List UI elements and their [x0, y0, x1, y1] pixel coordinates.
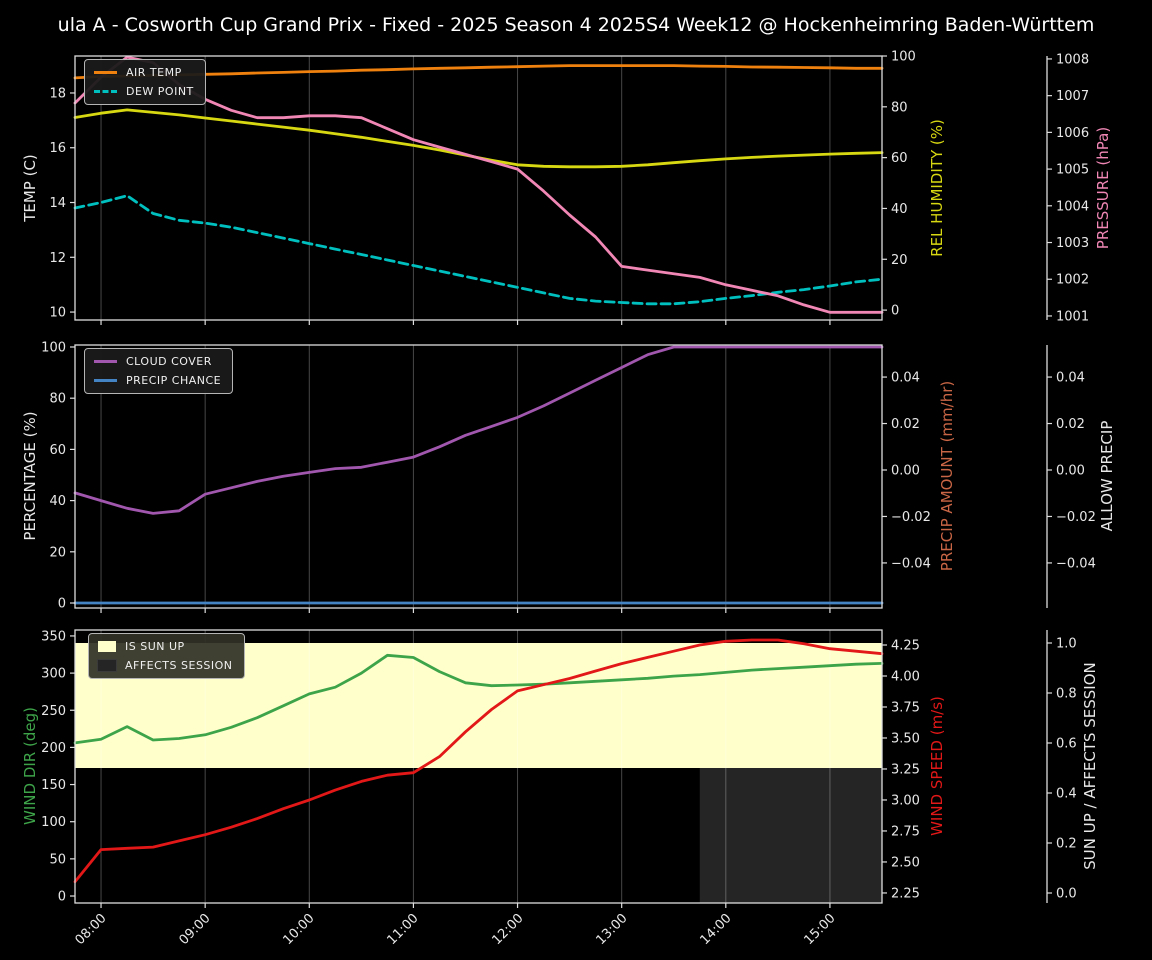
x-tick-label: 15:00	[801, 911, 839, 949]
legend-label: DEW POINT	[126, 85, 194, 98]
tick-label: 0.2	[1056, 837, 1077, 852]
legend-item: CLOUD COVER	[94, 355, 221, 368]
tick-label: 0.4	[1056, 787, 1077, 802]
x-tick-label: 11:00	[384, 911, 423, 949]
temp-chart-legend: AIR TEMP DEW POINT	[84, 59, 206, 105]
dew-point-line-swatch	[94, 90, 117, 93]
wind-speed-axis-title: WIND SPEED (m/s)	[928, 696, 946, 836]
x-tick-label: 12:00	[489, 911, 527, 949]
tick-label: 2.25	[891, 886, 920, 901]
x-tick-label: 13:00	[593, 911, 631, 949]
tick-label: 350	[41, 629, 66, 644]
band-affects-session	[699, 768, 882, 903]
tick-label: 250	[41, 704, 66, 719]
legend-label: CLOUD COVER	[126, 355, 212, 368]
tick-label: 3.75	[891, 700, 920, 715]
cloud-chart-legend: CLOUD COVER PRECIP CHANCE	[84, 348, 234, 394]
tick-label: 0.8	[1056, 687, 1077, 702]
precip-amount-axis-title: PRECIP AMOUNT (mm/hr)	[938, 380, 956, 572]
weather-forecast-figure: ula A - Cosworth Cup Grand Prix - Fixed …	[0, 0, 1152, 960]
legend-label: AIR TEMP	[126, 66, 182, 79]
tick-label: 4.00	[891, 669, 920, 684]
sun-up-axis-title: SUN UP / AFFECTS SESSION	[1081, 662, 1099, 870]
legend-label: IS SUN UP	[125, 640, 185, 653]
x-tick-label: 09:00	[176, 911, 214, 949]
legend-item: AFFECTS SESSION	[97, 659, 233, 672]
tick-label: 3.00	[891, 793, 920, 808]
wind-sun-chart: 0 50 100 150 200 250 300 350 2.25 2.50 2.75 3.00 3.2…	[41, 629, 1077, 908]
tick-label: 4.25	[891, 639, 920, 654]
tick-label: 3.50	[891, 731, 920, 746]
wind-chart-legend: IS SUN UP AFFECTS SESSION	[88, 633, 245, 679]
pressure-axis-title: PRESSURE (hPa)	[1094, 126, 1112, 250]
wind-dir-axis-title: WIND DIR (deg)	[21, 707, 39, 825]
legend-item: DEW POINT	[94, 85, 194, 98]
cloud-cover-line-swatch	[94, 360, 117, 363]
tick-label: 0	[58, 890, 66, 905]
x-tick-label: 14:00	[697, 911, 735, 949]
temp-axis-title: TEMP (C)	[21, 154, 39, 222]
tick-label: 2.75	[891, 824, 920, 839]
tick-label: 3.25	[891, 762, 920, 777]
tick-label: 1.0	[1056, 637, 1077, 652]
humidity-axis-title: REL HUMIDITY (%)	[928, 119, 946, 257]
percentage-axis-title: PERCENTAGE (%)	[21, 411, 39, 541]
affects-session-patch-swatch	[97, 659, 117, 672]
tick-label: 0.6	[1056, 737, 1077, 752]
legend-item: AIR TEMP	[94, 66, 194, 79]
legend-label: AFFECTS SESSION	[125, 659, 233, 672]
sun-up-patch-swatch	[98, 641, 116, 652]
x-tick-label: 08:00	[72, 911, 110, 949]
tick-label: 100	[41, 815, 66, 830]
precip-chance-line-swatch	[94, 379, 117, 382]
tick-label: 200	[41, 741, 66, 756]
tick-label: 0.0	[1056, 887, 1077, 902]
legend-item: IS SUN UP	[98, 640, 233, 653]
tick-label: 2.50	[891, 855, 920, 870]
tick-label: 150	[41, 778, 66, 793]
allow-precip-axis-title: ALLOW PRECIP	[1098, 420, 1116, 532]
tick-label: 50	[49, 852, 66, 867]
legend-label: PRECIP CHANCE	[126, 374, 222, 387]
tick-label: 300	[41, 667, 66, 682]
legend-item: PRECIP CHANCE	[94, 374, 221, 387]
air-temp-line-swatch	[94, 71, 117, 74]
x-tick-label: 10:00	[280, 911, 318, 949]
